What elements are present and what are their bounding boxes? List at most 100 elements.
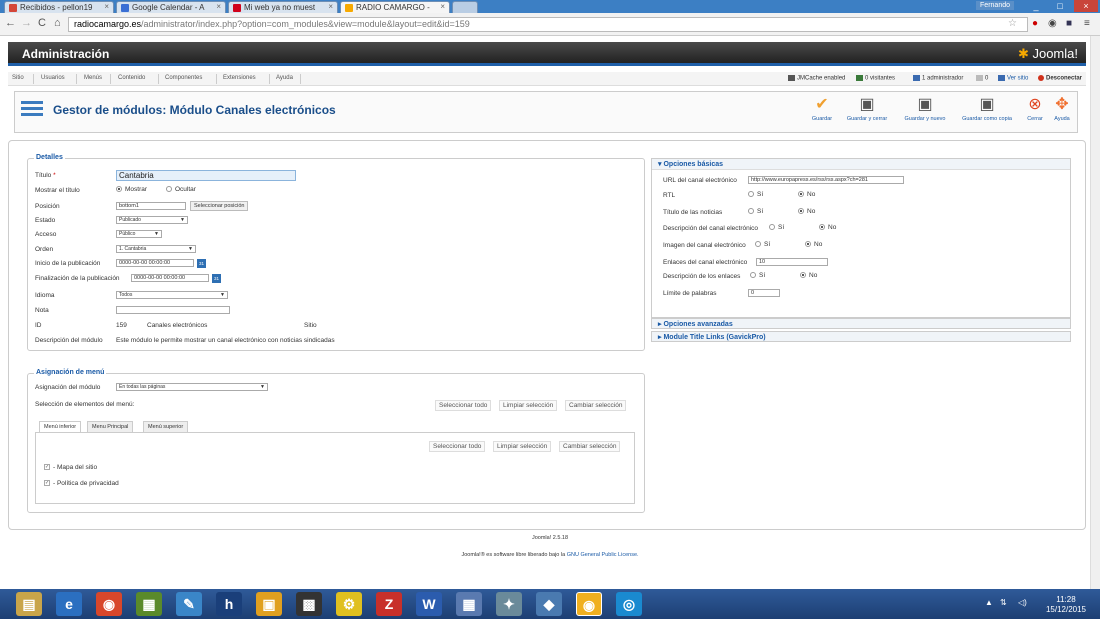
access-select[interactable]: Público ▼	[116, 230, 162, 238]
browser-tab[interactable]: Google Calendar - A ×	[116, 1, 226, 13]
extension-icon[interactable]: ◉	[1048, 18, 1057, 29]
publish-end-input[interactable]: 0000-00-00 00:00:00	[131, 274, 209, 282]
url-input[interactable]: radiocamargo.es/administrator/index.php?…	[68, 17, 1028, 32]
feed-items-input[interactable]: 10	[756, 258, 828, 266]
note-input[interactable]	[116, 306, 230, 314]
feed-title-yes-radio[interactable]: Sí	[748, 208, 763, 215]
help-button[interactable]: ✥ Ayuda	[1051, 96, 1073, 122]
extension-icon[interactable]: ●	[1032, 18, 1038, 29]
app-icon[interactable]: ▣	[256, 592, 282, 616]
language-select[interactable]: Todos ▼	[116, 291, 228, 299]
save-close-button[interactable]: ▣ Guardar y cerrar	[841, 96, 893, 122]
rtl-yes-radio[interactable]: Sí	[748, 191, 763, 198]
save-copy-button[interactable]: ▣ Guardar como copia	[957, 96, 1017, 122]
close-icon[interactable]: ×	[328, 2, 333, 11]
back-icon[interactable]: ←	[5, 17, 16, 29]
title-links-panel[interactable]: ▸ Module Title Links (GavickPro)	[651, 331, 1071, 342]
save-new-button[interactable]: ▣ Guardar y nuevo	[899, 96, 951, 122]
app-icon[interactable]: ◎	[616, 592, 642, 616]
internet-explorer-icon[interactable]: e	[56, 592, 82, 616]
minimize-icon[interactable]: _	[1024, 0, 1048, 12]
close-icon[interactable]: ×	[216, 2, 221, 11]
reload-icon[interactable]: C	[38, 17, 46, 29]
app-icon[interactable]: h	[216, 592, 242, 616]
star-icon[interactable]: ☆	[1008, 18, 1017, 29]
menu-item-menus[interactable]: Menús	[84, 75, 102, 81]
menu-item-sitio[interactable]: Sitio	[12, 75, 24, 81]
app-icon[interactable]: ▦	[456, 592, 482, 616]
feed-description-no-radio[interactable]: No	[819, 224, 836, 231]
publish-start-input[interactable]: 0000-00-00 00:00:00	[116, 259, 194, 267]
file-explorer-icon[interactable]: ▤	[16, 592, 42, 616]
clear-selection-button[interactable]: Limpiar selección	[499, 400, 558, 411]
view-site-link[interactable]: Ver sitio	[998, 75, 1028, 82]
menu-item-checkbox[interactable]: ✓ - Política de privacidad	[44, 480, 119, 487]
state-select[interactable]: Publicado ▼	[116, 216, 188, 224]
save-button[interactable]: ✔ Guardar	[808, 96, 836, 122]
browser-tab[interactable]: Mi web ya no muest ×	[228, 1, 338, 13]
menu-item-contenido[interactable]: Contenido	[118, 75, 145, 81]
menu-icon[interactable]: ≡	[1084, 18, 1090, 29]
close-button[interactable]: ⊗ Cerrar	[1023, 96, 1047, 122]
menu-item-checkbox[interactable]: ✓ - Mapa del sitio	[44, 464, 97, 471]
chrome-icon[interactable]: ◉	[96, 592, 122, 616]
order-select[interactable]: 1. Cantabria ▼	[116, 245, 196, 253]
home-icon[interactable]: ⌂	[54, 17, 61, 29]
browser-tab[interactable]: Recibidos - pellon19 ×	[4, 1, 114, 13]
title-input[interactable]: Cantabria	[116, 170, 296, 181]
logout-link[interactable]: Desconectar	[1038, 75, 1082, 82]
select-all-button[interactable]: Seleccionar todo	[435, 400, 492, 411]
menu-item-extensiones[interactable]: Extensiones	[223, 75, 256, 81]
extension-icon[interactable]: ■	[1066, 18, 1072, 29]
jmcache-status[interactable]: JMCache enabled	[788, 75, 845, 82]
browser-user[interactable]: Fernando	[976, 1, 1014, 10]
feed-description-yes-radio[interactable]: Sí	[769, 224, 784, 231]
tab-menu-principal[interactable]: Menu Principal	[87, 421, 134, 432]
volume-icon[interactable]: ◁)	[1018, 598, 1027, 607]
chrome-active-icon[interactable]: ◉	[576, 592, 602, 616]
show-title-radio[interactable]: Mostrar	[116, 186, 147, 193]
hide-title-radio[interactable]: Ocultar	[166, 186, 196, 193]
app-icon[interactable]: ▩	[296, 592, 322, 616]
close-icon[interactable]: ×	[104, 2, 109, 11]
position-input[interactable]: bottom1	[116, 202, 186, 210]
app-icon[interactable]: ⚙	[336, 592, 362, 616]
item-description-yes-radio[interactable]: Sí	[750, 272, 765, 279]
scrollbar[interactable]	[1090, 36, 1100, 589]
word-icon[interactable]: W	[416, 592, 442, 616]
feed-image-no-radio[interactable]: No	[805, 241, 822, 248]
menu-item-ayuda[interactable]: Ayuda	[276, 75, 293, 81]
messages-status[interactable]: 0	[976, 75, 988, 82]
clear-selection-button[interactable]: Limpiar selección	[493, 441, 552, 452]
app-icon[interactable]: ▦	[136, 592, 162, 616]
toggle-selection-button[interactable]: Cambiar selección	[565, 400, 627, 411]
browser-tab-active[interactable]: RADIO CAMARGO - ×	[340, 1, 450, 13]
basic-options-header[interactable]: ▾ Opciones básicas	[652, 159, 1070, 170]
network-icon[interactable]: ⇅	[1000, 598, 1007, 607]
license-link[interactable]: GNU General Public License.	[567, 552, 639, 558]
feed-url-input[interactable]: http://www.europapress.es/rss/rss.aspx?c…	[748, 176, 904, 184]
advanced-options-panel[interactable]: ▸ Opciones avanzadas	[651, 318, 1071, 329]
rtl-no-radio[interactable]: No	[798, 191, 815, 198]
app-icon[interactable]: ✦	[496, 592, 522, 616]
close-window-icon[interactable]: ×	[1074, 0, 1098, 12]
tab-menu-superior[interactable]: Menú superior	[143, 421, 189, 432]
select-position-button[interactable]: Seleccionar posición	[190, 201, 249, 211]
maximize-icon[interactable]: □	[1048, 0, 1072, 12]
menu-item-componentes[interactable]: Componentes	[165, 75, 202, 81]
forward-icon[interactable]: →	[21, 17, 32, 29]
calendar-icon[interactable]: 31	[197, 259, 206, 268]
toggle-selection-button[interactable]: Cambiar selección	[559, 441, 621, 452]
feed-image-yes-radio[interactable]: Sí	[755, 241, 770, 248]
filezilla-icon[interactable]: Z	[376, 592, 402, 616]
calendar-icon[interactable]: 31	[212, 274, 221, 283]
word-count-input[interactable]: 0	[748, 289, 780, 297]
app-icon[interactable]: ◆	[536, 592, 562, 616]
select-all-button[interactable]: Seleccionar todo	[429, 441, 486, 452]
new-tab-button[interactable]	[452, 1, 478, 13]
close-icon[interactable]: ×	[440, 2, 445, 11]
menu-item-usuarios[interactable]: Usuarios	[41, 75, 65, 81]
feed-title-no-radio[interactable]: No	[798, 208, 815, 215]
tray-arrow-icon[interactable]: ▲	[985, 598, 993, 607]
module-assignment-select[interactable]: En todas las páginas ▼	[116, 383, 268, 391]
